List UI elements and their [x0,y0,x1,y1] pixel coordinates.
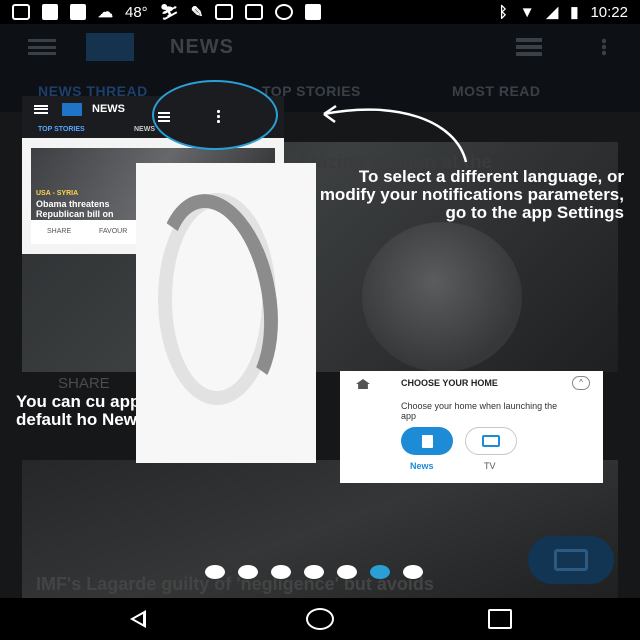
app-icon [245,4,264,20]
pager-dot[interactable] [403,565,423,579]
france24-logo [62,102,82,116]
home-option-tv-label: TV [484,461,496,471]
app-title: NEWS [170,35,234,58]
tv-icon [554,549,588,571]
magnifier-highlight [152,80,278,150]
mini-article-tag: USA - SYRIA [36,190,79,197]
facebook-icon [42,4,58,20]
menu-icon[interactable] [28,39,56,55]
mini-share-label: SHARE [47,228,72,235]
more-vert-icon [217,109,220,123]
home-option-news-label: News [410,461,434,471]
game-icon [215,4,234,20]
settings-callout: To select a different language, or modif… [319,167,624,222]
pager-dot[interactable] [304,565,324,579]
list-icon[interactable] [516,38,542,56]
pointer-arrow [323,104,468,163]
home-icon [356,379,370,389]
mini-article-headline: Republican bill on [36,209,114,219]
chat-icon [12,4,30,20]
tab-most-read[interactable]: MOST READ [452,83,541,99]
navigation-bar [0,598,640,640]
home-option-tv[interactable] [465,427,517,455]
bluetooth-icon: ᛒ [498,3,508,21]
tv-icon [482,435,500,447]
france24-logo [86,33,134,61]
signal-icon: ◢ [546,4,559,21]
mini-tab-news: NEWS [134,126,155,133]
list-icon [158,112,170,122]
battery-icon: ▮ [570,4,579,21]
cat-icon [275,4,294,20]
pager-dot[interactable] [238,565,258,579]
pager-dot[interactable] [370,565,390,579]
clock: 10:22 [590,3,628,21]
pager-dot[interactable] [271,565,291,579]
home-button-icon[interactable] [306,608,334,630]
home-option-news[interactable] [401,427,453,455]
pager-dot[interactable] [337,565,357,579]
mini-tab-top-stories: TOP STORIES [38,126,85,133]
facebook-icon [305,4,322,20]
status-bar: ☁ 48° ⛷ ✎ ᛒ ▼ ◢ ▮ 10:22 [0,0,640,24]
chevron-up-icon[interactable]: ^ [572,376,590,390]
back-icon[interactable] [130,610,146,628]
menu-icon [34,104,48,114]
pager-dots [205,565,423,579]
app-bar: NEWS [0,24,640,70]
pager-dot[interactable] [205,565,225,579]
mini-article-headline: Obama threatens [36,199,110,209]
home-card-description: Choose your home when launching the app [401,401,558,421]
weather-icon: ☁ [98,4,113,21]
choose-home-card: CHOOSE YOUR HOME ^ Choose your home when… [340,371,603,483]
loading-spinner-arc [140,184,294,414]
facebook-icon [70,4,86,20]
newspaper-icon [421,434,433,448]
tv-button[interactable] [528,536,614,584]
wifi-icon: ▼ [519,3,535,21]
loading-overlay [136,163,316,463]
more-vert-icon[interactable] [602,38,606,56]
mini-title: NEWS [92,103,125,115]
wrench-icon: ✎ [190,4,204,21]
temperature: 48° [125,3,148,21]
mini-favourite-label: FAVOUR [99,228,128,235]
activity-icon: ⛷ [159,4,179,21]
recent-apps-icon[interactable] [488,609,512,629]
home-card-title: CHOOSE YOUR HOME [401,378,498,388]
share-button[interactable]: SHARE [58,375,110,392]
